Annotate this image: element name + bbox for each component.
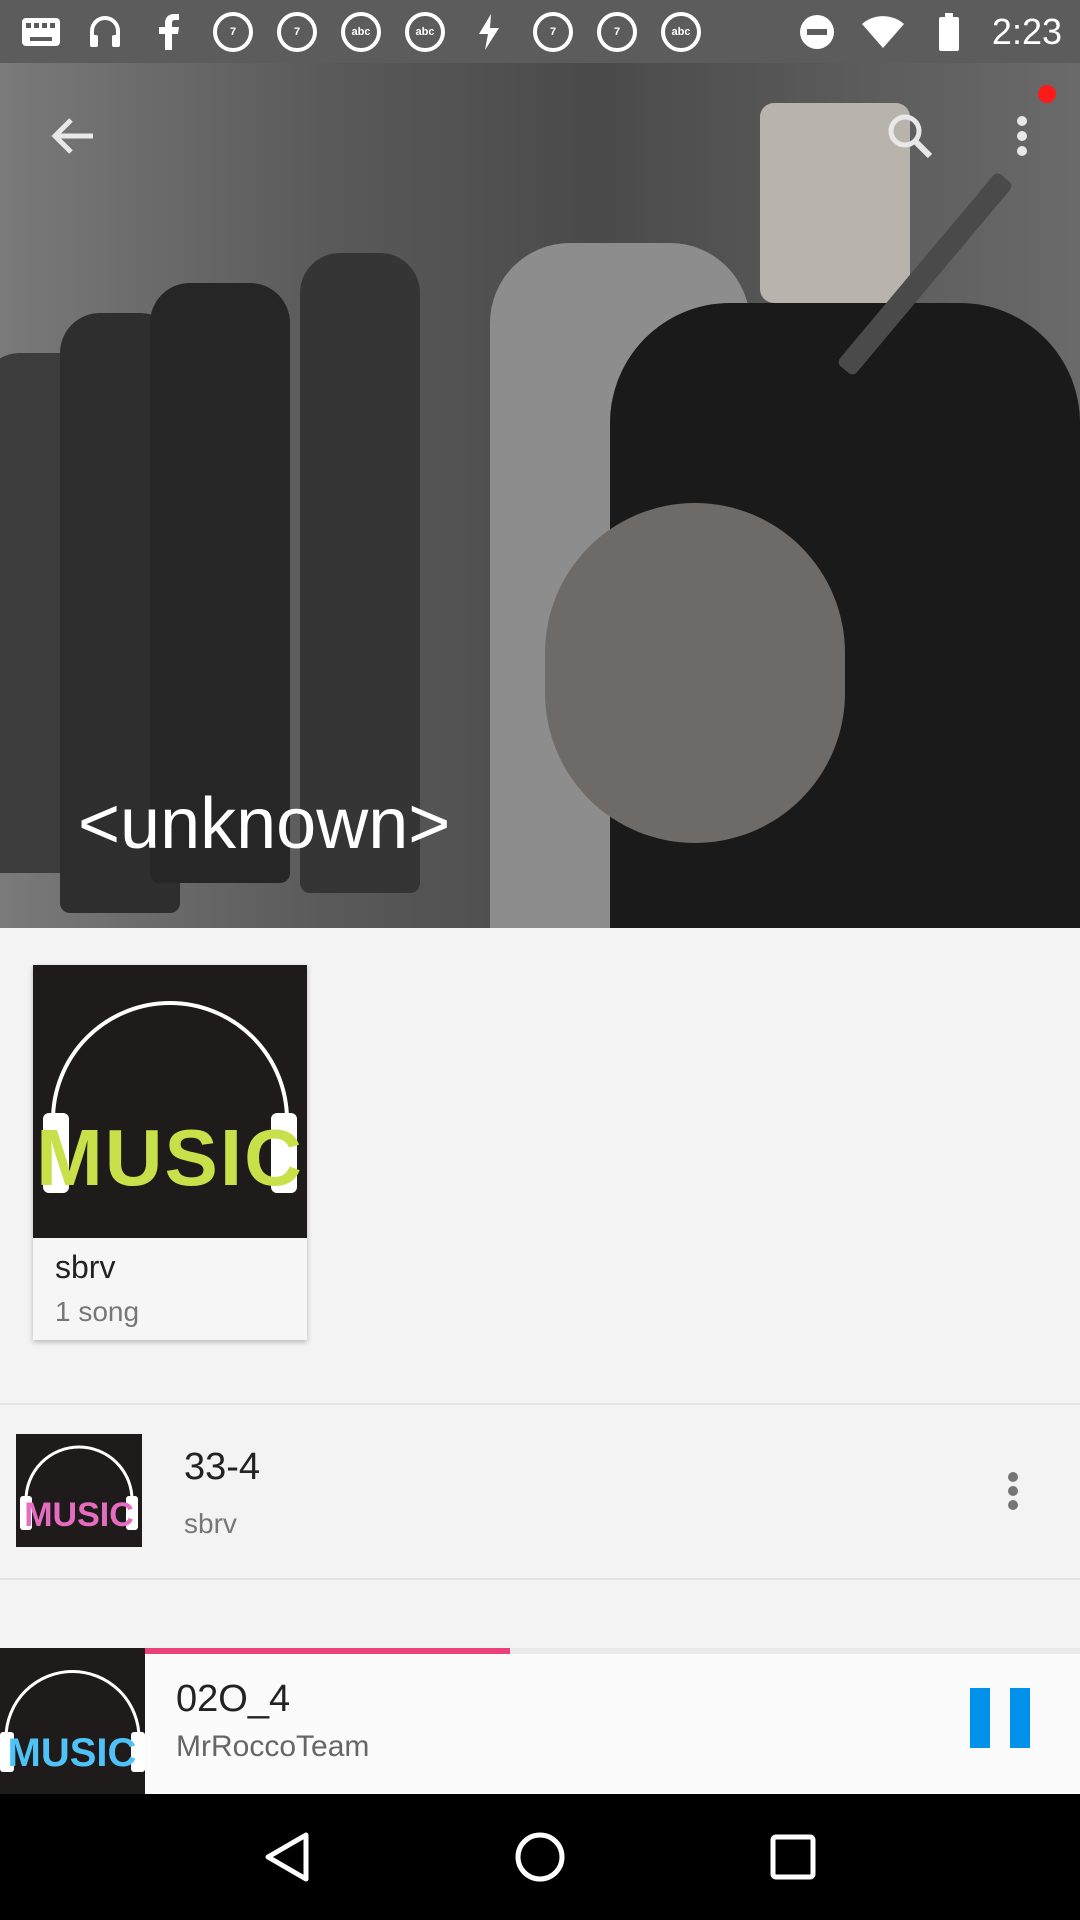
nav-recents-icon <box>770 1834 816 1880</box>
home-nav-button[interactable] <box>500 1817 580 1897</box>
abc-icon: abc <box>338 11 384 52</box>
music-logo-icon: MUSIC <box>0 1670 145 1775</box>
nav-back-icon <box>265 1832 309 1882</box>
pause-icon <box>970 1688 990 1748</box>
now-playing-artist: MrRoccoTeam <box>176 1730 370 1763</box>
music-logo-icon: MUSIC <box>20 1445 138 1534</box>
svg-text:MUSIC: MUSIC <box>8 1731 137 1775</box>
album-name: sbrv <box>55 1249 116 1285</box>
playback-progress[interactable] <box>145 1648 1080 1654</box>
svg-text:MUSIC: MUSIC <box>36 1113 304 1202</box>
notification-dot <box>1038 85 1056 103</box>
pause-icon <box>1010 1688 1030 1748</box>
notification-icons: 7 7 abc abc 7 7 abc <box>18 11 704 52</box>
abc-7-icon: 7 <box>530 11 576 52</box>
abc-icon: abc <box>402 11 448 52</box>
abc-7-icon: 7 <box>594 11 640 52</box>
clock: 2:23 <box>991 10 1062 52</box>
back-button[interactable] <box>33 96 113 176</box>
more-vert-icon <box>1017 116 1027 156</box>
headphones-icon <box>82 12 128 52</box>
wifi-icon <box>860 12 906 52</box>
arrow-back-icon <box>51 118 93 154</box>
facebook-icon <box>146 12 192 52</box>
more-vert-icon <box>1008 1472 1018 1510</box>
back-nav-button[interactable] <box>247 1817 327 1897</box>
music-logo-icon: MUSIC <box>36 1001 304 1202</box>
song-title: 33-4 <box>184 1446 261 1488</box>
battery-icon <box>926 12 972 52</box>
now-playing-thumbnail: MUSIC <box>0 1648 145 1794</box>
song-artist: sbrv <box>184 1508 237 1539</box>
album-song-count: 1 song <box>55 1296 140 1327</box>
bolt-icon <box>466 12 512 52</box>
svg-text:MUSIC: MUSIC <box>24 1496 134 1534</box>
album-card[interactable]: MUSIC sbrv 1 song <box>33 965 307 1340</box>
overflow-menu-button[interactable] <box>982 96 1062 176</box>
artist-title: <unknown> <box>78 784 451 864</box>
abc-7-icon: 7 <box>210 11 256 52</box>
status-bar: 7 7 abc abc 7 7 abc 2:23 <box>0 0 1080 63</box>
divider <box>0 1578 1080 1580</box>
song-thumbnail: MUSIC <box>16 1434 142 1547</box>
now-playing-title: 02O_4 <box>176 1678 291 1720</box>
do-not-disturb-icon <box>794 12 840 52</box>
navigation-bar <box>0 1794 1080 1920</box>
nav-home-icon <box>515 1832 565 1882</box>
abc-icon: abc <box>658 11 704 52</box>
song-row[interactable]: MUSIC 33-4 sbrv <box>0 1404 1080 1578</box>
artist-header-image: <unknown> <box>0 63 1080 928</box>
song-more-button[interactable] <box>990 1466 1036 1516</box>
album-art: MUSIC <box>33 965 307 1238</box>
system-icons: 2:23 <box>794 11 1062 53</box>
keyboard-icon <box>18 12 64 52</box>
pause-button[interactable] <box>970 1688 1030 1752</box>
guitar-body <box>545 503 845 843</box>
recents-nav-button[interactable] <box>753 1817 833 1897</box>
playback-progress-fill <box>145 1648 510 1654</box>
mini-player[interactable]: MUSIC 02O_4 MrRoccoTeam <box>0 1648 1080 1794</box>
search-icon <box>888 114 933 159</box>
abc-7-icon: 7 <box>274 11 320 52</box>
search-button[interactable] <box>870 96 950 176</box>
